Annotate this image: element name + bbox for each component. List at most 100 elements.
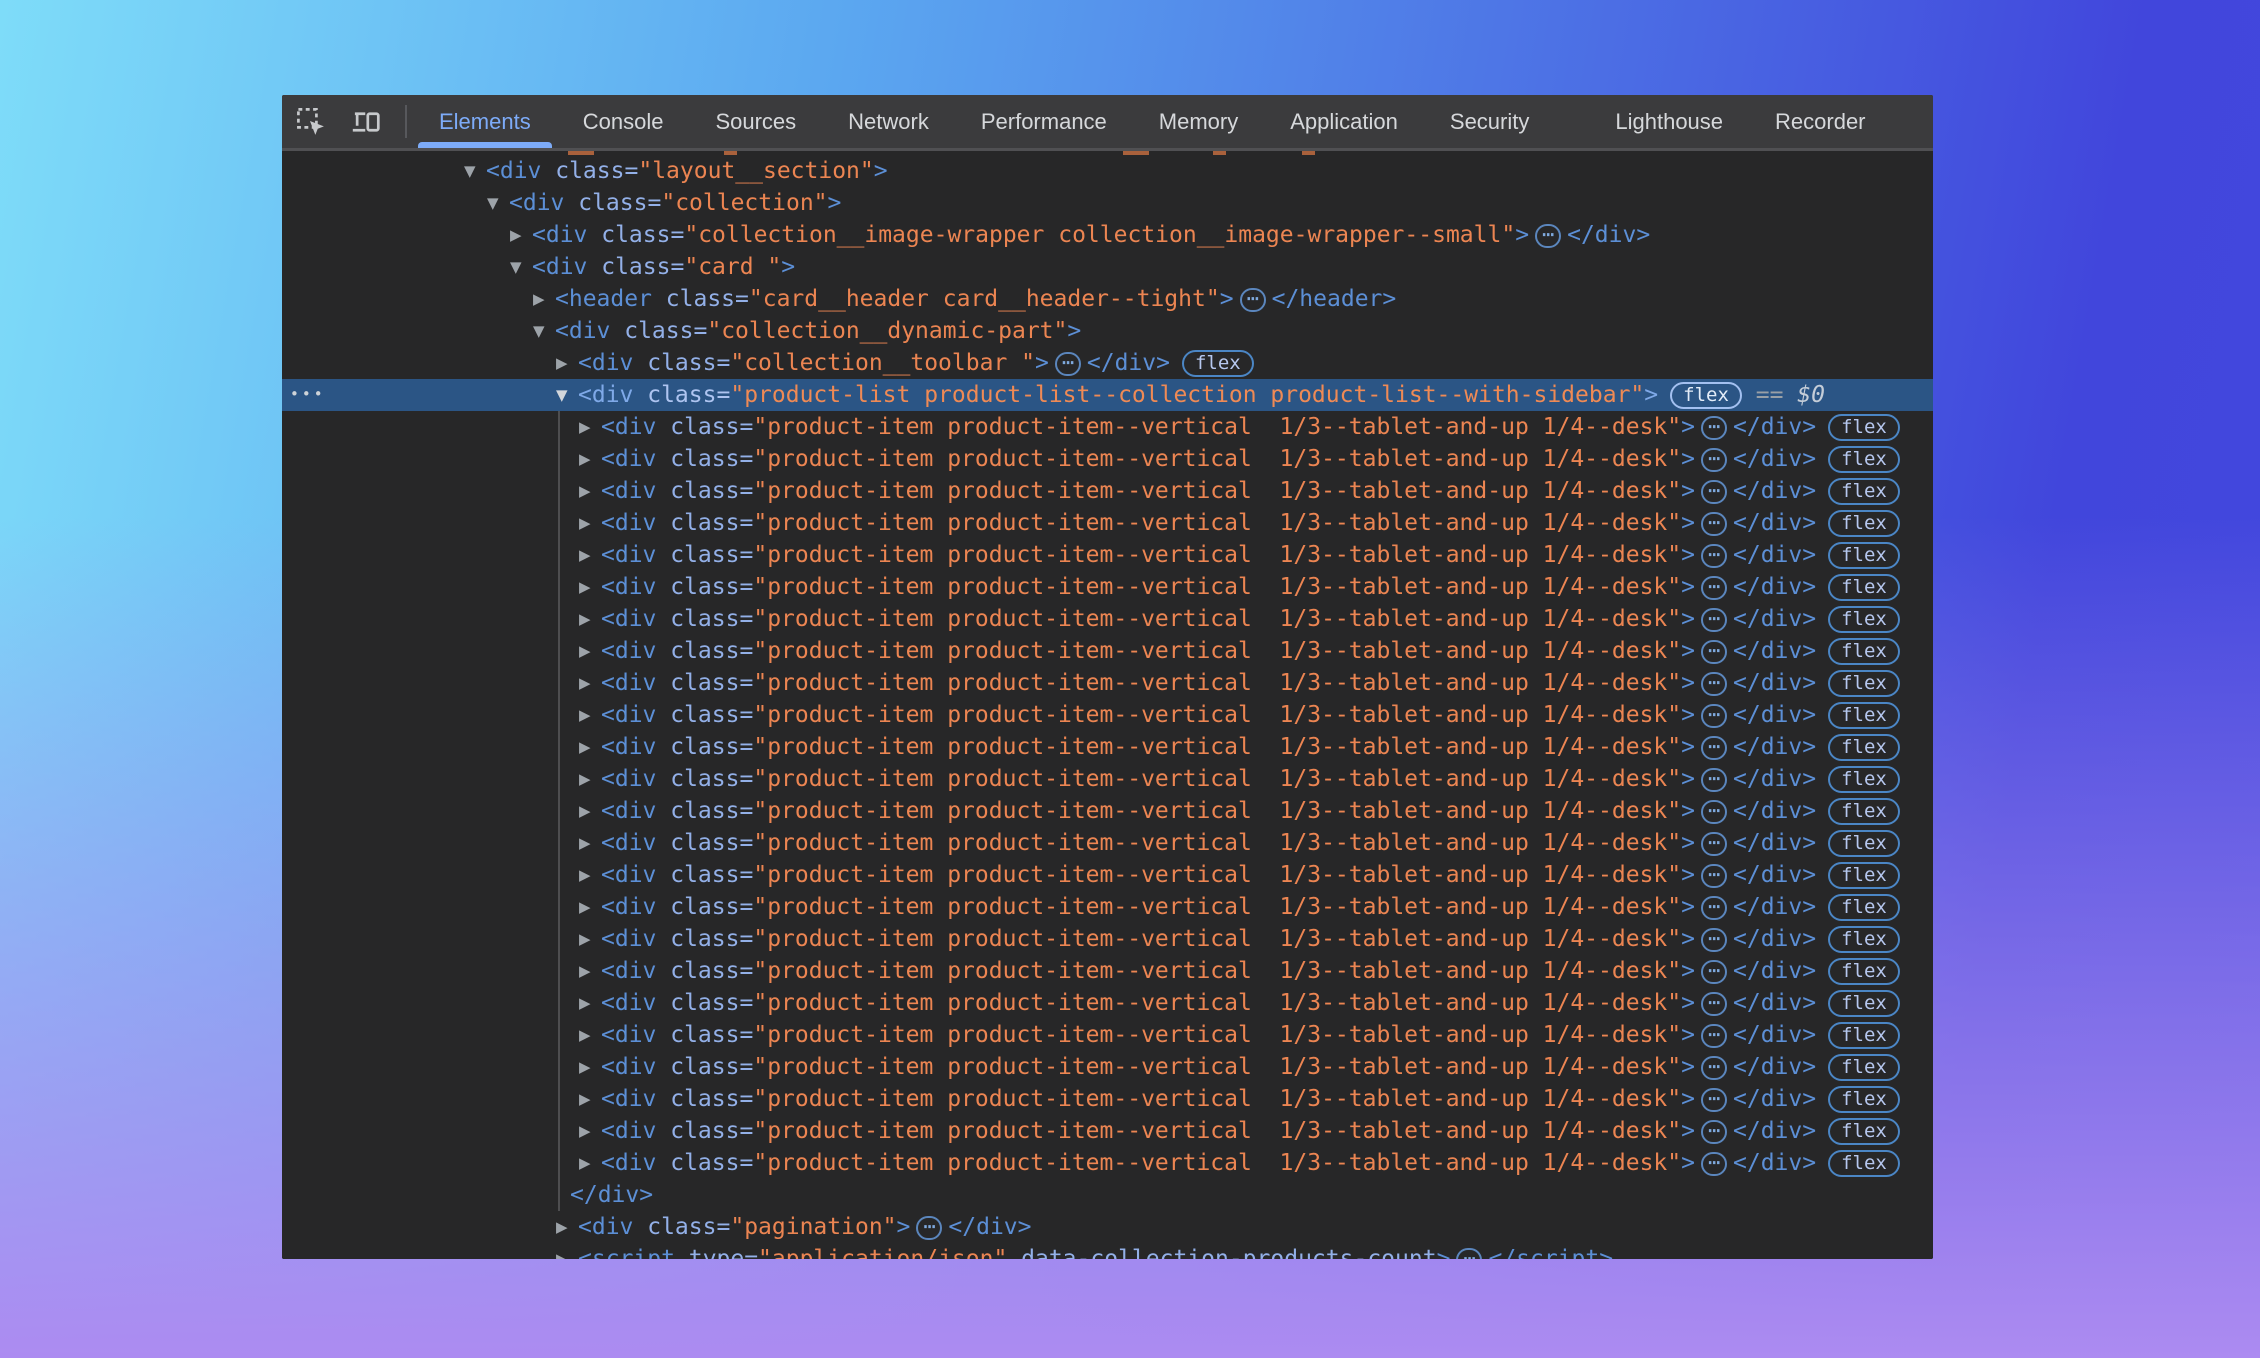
flex-badge[interactable]: flex — [1828, 478, 1900, 505]
ellipsis-expander[interactable]: ⋯ — [1701, 768, 1727, 792]
tree-row-product-item[interactable]: ▶<div class="product-item product-item--… — [282, 667, 1933, 699]
selected-row-gutter-menu[interactable]: ••• — [290, 379, 326, 411]
tree-row-collection-toolbar[interactable]: ▶<div class="collection__toolbar ">⋯</di… — [282, 347, 1933, 379]
disclosure-triangle[interactable]: ▼ — [464, 155, 486, 187]
disclosure-triangle[interactable]: ▶ — [579, 1019, 601, 1051]
tree-row-product-item[interactable]: ▶<div class="product-item product-item--… — [282, 1147, 1933, 1179]
disclosure-triangle[interactable]: ▶ — [579, 859, 601, 891]
ellipsis-expander[interactable]: ⋯ — [1701, 800, 1727, 824]
disclosure-triangle[interactable]: ▶ — [533, 283, 555, 315]
tab-application[interactable]: Application — [1264, 95, 1424, 148]
disclosure-triangle[interactable]: ▶ — [579, 571, 601, 603]
flex-badge[interactable]: flex — [1828, 574, 1900, 601]
disclosure-triangle[interactable]: ▶ — [579, 539, 601, 571]
flex-badge[interactable]: flex — [1670, 382, 1742, 409]
ellipsis-expander[interactable]: ⋯ — [1701, 1056, 1727, 1080]
tab-memory[interactable]: Memory — [1133, 95, 1264, 148]
flex-badge[interactable]: flex — [1828, 606, 1900, 633]
disclosure-triangle[interactable]: ▼ — [556, 379, 578, 411]
tree-row-product-item[interactable]: ▶<div class="product-item product-item--… — [282, 955, 1933, 987]
tree-row-product-item[interactable]: ▶<div class="product-item product-item--… — [282, 923, 1933, 955]
tree-row-collection[interactable]: ▼<div class="collection"> — [282, 187, 1933, 219]
flex-badge[interactable]: flex — [1828, 1150, 1900, 1177]
flex-badge[interactable]: flex — [1828, 862, 1900, 889]
disclosure-triangle[interactable]: ▼ — [510, 251, 532, 283]
tab-elements[interactable]: Elements — [413, 95, 557, 148]
disclosure-triangle[interactable]: ▶ — [579, 795, 601, 827]
tree-row-product-item[interactable]: ▶<div class="product-item product-item--… — [282, 731, 1933, 763]
flex-badge[interactable]: flex — [1828, 542, 1900, 569]
disclosure-triangle[interactable]: ▶ — [556, 1243, 578, 1259]
disclosure-triangle[interactable]: ▶ — [579, 699, 601, 731]
tree-row-product-item[interactable]: ▶<div class="product-item product-item--… — [282, 795, 1933, 827]
tree-row-product-item[interactable]: ▶<div class="product-item product-item--… — [282, 539, 1933, 571]
tree-row-product-item[interactable]: ▶<div class="product-item product-item--… — [282, 1115, 1933, 1147]
ellipsis-expander[interactable]: ⋯ — [1701, 992, 1727, 1016]
tree-row-product-item[interactable]: ▶<div class="product-item product-item--… — [282, 891, 1933, 923]
tree-row-product-item[interactable]: ▶<div class="product-item product-item--… — [282, 1083, 1933, 1115]
disclosure-triangle[interactable]: ▶ — [579, 1051, 601, 1083]
flex-badge[interactable]: flex — [1828, 766, 1900, 793]
tree-row-product-item[interactable]: ▶<div class="product-item product-item--… — [282, 571, 1933, 603]
flex-badge[interactable]: flex — [1828, 734, 1900, 761]
tab-lighthouse[interactable]: Lighthouse — [1589, 95, 1749, 148]
tree-row-product-item[interactable]: ▶<div class="product-item product-item--… — [282, 1019, 1933, 1051]
flex-badge[interactable]: flex — [1828, 702, 1900, 729]
disclosure-triangle[interactable]: ▶ — [579, 507, 601, 539]
ellipsis-expander[interactable]: ⋯ — [1701, 864, 1727, 888]
ellipsis-expander[interactable]: ⋯ — [1701, 960, 1727, 984]
ellipsis-expander[interactable]: ⋯ — [1701, 1120, 1727, 1144]
disclosure-triangle[interactable]: ▶ — [510, 219, 532, 251]
tree-row-layout-section[interactable]: ▼<div class="layout__section"> — [282, 155, 1933, 187]
ellipsis-expander[interactable]: ⋯ — [916, 1216, 942, 1240]
tree-row-collection-dynamic-part[interactable]: ▼<div class="collection__dynamic-part"> — [282, 315, 1933, 347]
ellipsis-expander[interactable]: ⋯ — [1701, 608, 1727, 632]
flex-badge[interactable]: flex — [1828, 1118, 1900, 1145]
disclosure-triangle[interactable]: ▶ — [579, 667, 601, 699]
disclosure-triangle[interactable]: ▶ — [579, 475, 601, 507]
toggle-device-toolbar-icon[interactable] — [350, 106, 381, 137]
disclosure-triangle[interactable]: ▶ — [579, 923, 601, 955]
flex-badge[interactable]: flex — [1828, 1054, 1900, 1081]
flex-badge[interactable]: flex — [1828, 414, 1900, 441]
ellipsis-expander[interactable]: ⋯ — [1701, 1024, 1727, 1048]
ellipsis-expander[interactable]: ⋯ — [1701, 832, 1727, 856]
ellipsis-expander[interactable]: ⋯ — [1701, 1088, 1727, 1112]
ellipsis-expander[interactable]: ⋯ — [1701, 672, 1727, 696]
ellipsis-expander[interactable]: ⋯ — [1701, 416, 1727, 440]
disclosure-triangle[interactable]: ▶ — [579, 827, 601, 859]
ellipsis-expander[interactable]: ⋯ — [1456, 1248, 1482, 1260]
flex-badge[interactable]: flex — [1828, 510, 1900, 537]
tree-row-product-item[interactable]: ▶<div class="product-item product-item--… — [282, 411, 1933, 443]
flex-badge[interactable]: flex — [1828, 1022, 1900, 1049]
tab-security[interactable]: Security — [1424, 95, 1555, 148]
disclosure-triangle[interactable]: ▶ — [556, 347, 578, 379]
flex-badge[interactable]: flex — [1828, 670, 1900, 697]
inspect-element-icon[interactable] — [295, 106, 326, 137]
disclosure-triangle[interactable]: ▶ — [579, 603, 601, 635]
tree-row-product-item[interactable]: ▶<div class="product-item product-item--… — [282, 507, 1933, 539]
tab-performance[interactable]: Performance — [955, 95, 1133, 148]
ellipsis-expander[interactable]: ⋯ — [1535, 224, 1561, 248]
ellipsis-expander[interactable]: ⋯ — [1701, 928, 1727, 952]
flex-badge[interactable]: flex — [1828, 894, 1900, 921]
disclosure-triangle[interactable]: ▶ — [579, 731, 601, 763]
disclosure-triangle[interactable]: ▶ — [579, 411, 601, 443]
flex-badge[interactable]: flex — [1828, 638, 1900, 665]
tree-row-card-header[interactable]: ▶<header class="card__header card__heade… — [282, 283, 1933, 315]
flex-badge[interactable]: flex — [1828, 990, 1900, 1017]
flex-badge[interactable]: flex — [1828, 1086, 1900, 1113]
tab-network[interactable]: Network — [822, 95, 955, 148]
ellipsis-expander[interactable]: ⋯ — [1055, 352, 1081, 376]
tree-row-product-item[interactable]: ▶<div class="product-item product-item--… — [282, 827, 1933, 859]
tree-row-pagination[interactable]: ▶<div class="pagination">⋯</div> — [282, 1211, 1933, 1243]
ellipsis-expander[interactable]: ⋯ — [1701, 480, 1727, 504]
ellipsis-expander[interactable]: ⋯ — [1701, 704, 1727, 728]
disclosure-triangle[interactable]: ▼ — [533, 315, 555, 347]
disclosure-triangle[interactable]: ▶ — [579, 1083, 601, 1115]
flex-badge[interactable]: flex — [1828, 798, 1900, 825]
disclosure-triangle[interactable]: ▼ — [487, 187, 509, 219]
tree-row-script-json[interactable]: ▶<script type="application/json" data-co… — [282, 1243, 1933, 1259]
tree-row-product-item[interactable]: ▶<div class="product-item product-item--… — [282, 475, 1933, 507]
disclosure-triangle[interactable]: ▶ — [579, 987, 601, 1019]
